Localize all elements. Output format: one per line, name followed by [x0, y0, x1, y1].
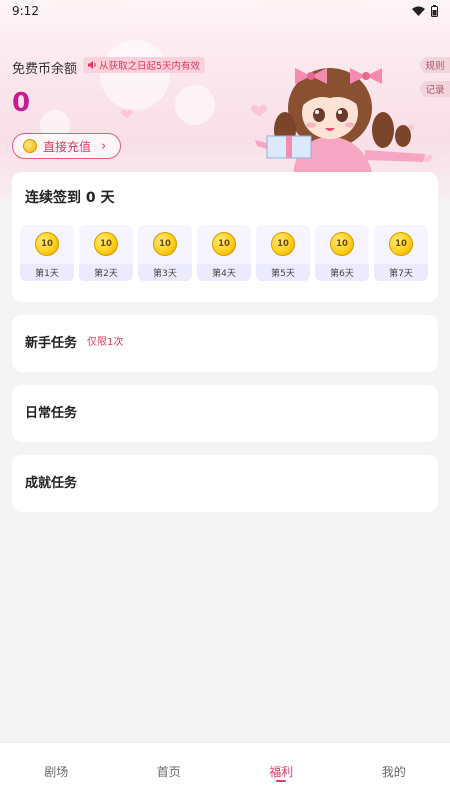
daily-task-title: 日常任务	[25, 406, 78, 421]
tab-label: 福利	[269, 765, 294, 779]
day-label: 第2天	[79, 264, 133, 281]
speaker-icon	[88, 61, 96, 69]
chevron-right-icon: ›	[101, 138, 107, 154]
tab-label: 首页	[156, 765, 181, 779]
day-label: 第5天	[256, 264, 310, 281]
signin-day-2[interactable]: 10 第2天	[79, 225, 133, 281]
coin-icon	[23, 139, 37, 153]
day-label: 第1天	[20, 264, 74, 281]
signin-title: 连续签到 0 天	[25, 190, 115, 206]
limit-tag: 仅限1次	[87, 337, 124, 348]
bottom-tab-bar: 剧场 首页 福利 我的	[0, 742, 450, 800]
validity-notice-text: 从获取之日起5天内有效	[99, 61, 201, 72]
tab-label: 我的	[381, 765, 406, 779]
newbie-task-title: 新手任务	[25, 336, 78, 351]
balance-label: 免费币余额	[12, 62, 78, 77]
coin-icon: 10	[94, 232, 118, 256]
newbie-task-card[interactable]: 新手任务 仅限1次	[12, 315, 438, 372]
signin-card: 连续签到 0 天 10 第1天 10 第2天 10 第3天 10 第4天 10 …	[12, 172, 438, 302]
wifi-icon	[412, 6, 425, 16]
validity-notice: 从获取之日起5天内有效	[83, 57, 206, 73]
tab-welfare[interactable]: 福利	[225, 743, 338, 800]
status-bar: 9:12	[0, 0, 450, 22]
status-time: 9:12	[12, 4, 39, 18]
tab-label: 剧场	[44, 765, 69, 779]
signin-day-row: 10 第1天 10 第2天 10 第3天 10 第4天 10 第5天 10 第6…	[20, 225, 428, 281]
balance-value: 0	[12, 88, 31, 118]
achievement-task-title: 成就任务	[25, 476, 78, 491]
coin-icon: 10	[212, 232, 236, 256]
signin-day-4[interactable]: 10 第4天	[197, 225, 251, 281]
tab-home[interactable]: 首页	[113, 743, 226, 800]
tab-theater[interactable]: 剧场	[0, 743, 113, 800]
day-label: 第6天	[315, 264, 369, 281]
coin-icon: 10	[153, 232, 177, 256]
coin-icon: 10	[389, 232, 413, 256]
signin-day-1[interactable]: 10 第1天	[20, 225, 74, 281]
tab-mine[interactable]: 我的	[338, 743, 450, 800]
battery-icon	[431, 5, 438, 17]
achievement-task-card[interactable]: 成就任务	[12, 455, 438, 512]
signin-day-5[interactable]: 10 第5天	[256, 225, 310, 281]
active-tab-indicator	[276, 780, 287, 782]
recharge-label: 直接充值	[43, 139, 92, 154]
coin-icon: 10	[330, 232, 354, 256]
coin-icon: 10	[35, 232, 59, 256]
signin-day-3[interactable]: 10 第3天	[138, 225, 192, 281]
coin-icon: 10	[271, 232, 295, 256]
day-label: 第4天	[197, 264, 251, 281]
daily-task-card[interactable]: 日常任务	[12, 385, 438, 442]
mascot-illustration	[255, 68, 425, 176]
signin-day-6[interactable]: 10 第6天	[315, 225, 369, 281]
day-label: 第3天	[138, 264, 192, 281]
recharge-button[interactable]: 直接充值 ›	[12, 133, 121, 159]
day-label: 第7天	[374, 264, 428, 281]
signin-day-7[interactable]: 10 第7天	[374, 225, 428, 281]
